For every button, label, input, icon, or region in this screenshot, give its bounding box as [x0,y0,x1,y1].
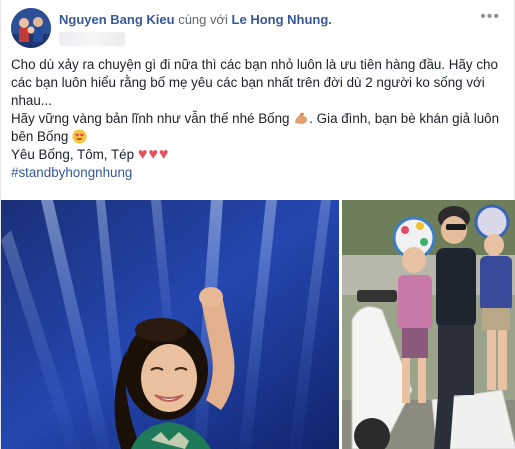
post-photo-singer[interactable] [1,200,339,449]
post-header: Nguyen Bang Kieu cùng với Le Hong Nhung.… [11,8,504,50]
hashtag-paragraph: #standbyhongnhung [11,164,506,182]
with-text: cùng với [178,12,228,27]
author-line: Nguyen Bang Kieu cùng với Le Hong Nhung. [59,12,332,27]
tagged-name-link[interactable]: Le Hong Nhung. [232,12,332,27]
hashtag-link[interactable]: #standbyhongnhung [11,165,132,180]
post-text: Cho dù xảy ra chuyện gì đi nữa thì các b… [11,56,506,182]
post-paragraph-2a: Hãy vững vàng bản lĩnh như vẫn thế nhé B… [11,111,290,126]
author-name-link[interactable]: Nguyen Bang Kieu [59,12,175,27]
post-timestamp-blurred [59,32,125,46]
heart-eyes-emoji-icon [72,129,87,144]
hearts-icon: ♥♥♥ [137,146,170,163]
post-paragraph-1: Cho dù xảy ra chuyện gì đi nữa thì các b… [11,57,498,108]
post-photo-scooter[interactable] [342,200,515,449]
facebook-post-card: Nguyen Bang Kieu cùng với Le Hong Nhung.… [0,0,515,449]
post-paragraph-3-text: Yêu Bống, Tôm, Tép [11,147,135,162]
author-avatar[interactable] [11,8,51,48]
post-paragraph-2: Hãy vững vàng bản lĩnh như vẫn thế nhé B… [11,110,506,146]
post-paragraph-3: Yêu Bống, Tôm, Tép ♥♥♥ [11,146,506,164]
more-horizontal-icon[interactable]: ••• [480,8,500,26]
flexed-biceps-icon [295,112,308,124]
